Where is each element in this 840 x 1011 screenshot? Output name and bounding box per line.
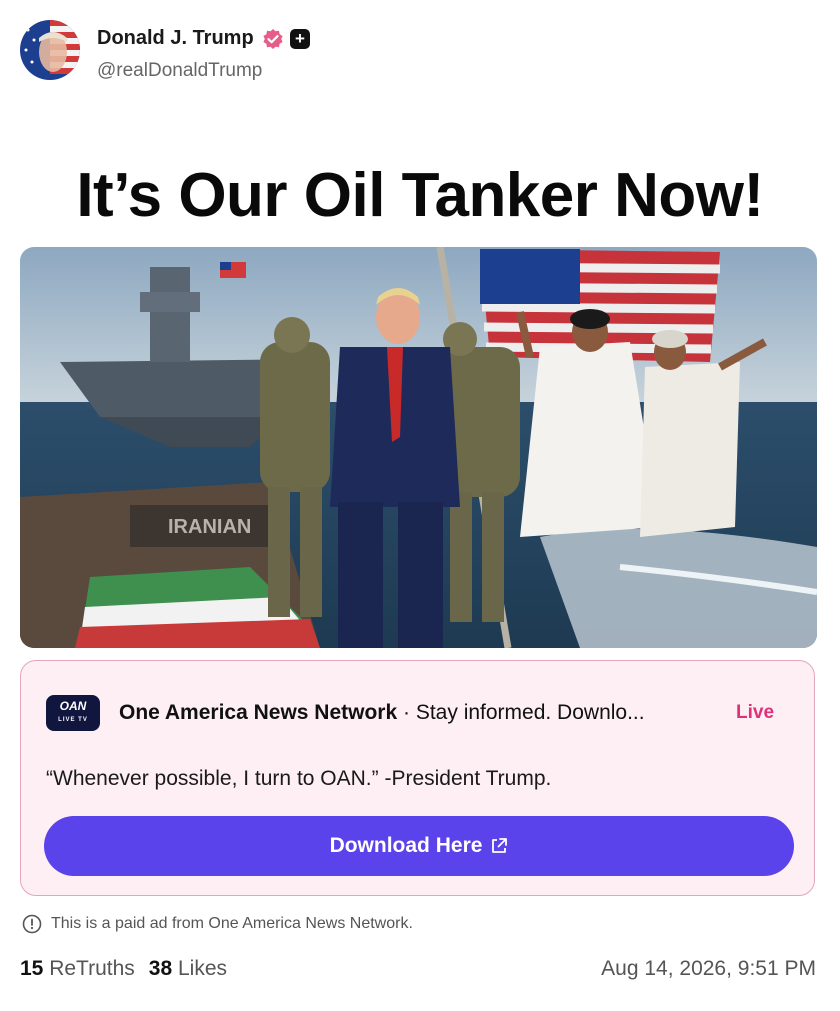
truth-post: Donald J. Trump + @realDonaldTrump It’s … <box>0 0 840 1011</box>
paid-ad-notice: This is a paid ad from One America News … <box>22 914 413 934</box>
plus-badge-icon: + <box>290 29 310 49</box>
download-button[interactable]: Download Here <box>44 816 794 876</box>
likes-stat[interactable]: 38 Likes <box>149 957 227 980</box>
photo-image: IRANIAN <box>20 247 817 648</box>
ad-card[interactable]: OAN LIVE TV One America News Network · S… <box>20 660 815 896</box>
likes-label: Likes <box>178 957 228 980</box>
author-handle[interactable]: @realDonaldTrump <box>97 60 262 82</box>
ad-advertiser: One America News Network <box>119 701 398 724</box>
oan-logo-subtext: LIVE TV <box>58 717 88 723</box>
image-text-iranian: IRANIAN <box>168 516 251 538</box>
ad-quote: “Whenever possible, I turn to OAN.” -Pre… <box>46 767 552 790</box>
retruths-stat[interactable]: 15 ReTruths <box>20 957 135 980</box>
post-image[interactable]: IRANIAN <box>20 247 817 648</box>
oan-logo-text: OAN <box>59 699 87 713</box>
avatar-image <box>20 20 80 80</box>
ad-title[interactable]: One America News Network · Stay informed… <box>119 701 645 725</box>
post-stats: 15 ReTruths 38 Likes <box>20 957 227 981</box>
author-name[interactable]: Donald J. Trump <box>97 27 254 50</box>
info-icon <box>22 914 42 934</box>
live-label: Live <box>736 702 775 723</box>
download-button-label: Download Here <box>329 834 483 857</box>
retruths-label: ReTruths <box>49 957 135 980</box>
likes-count: 38 <box>148 957 173 980</box>
retruths-count: 15 <box>20 957 44 980</box>
oan-logo: OAN LIVE TV <box>46 695 100 731</box>
post-timestamp[interactable]: Aug 14, 2026, 9:51 PM <box>601 957 816 981</box>
author-avatar[interactable] <box>20 20 80 80</box>
verified-badge-icon <box>263 29 283 49</box>
post-headline: It’s Our Oil Tanker Now! <box>76 161 764 230</box>
external-link-icon <box>492 838 508 853</box>
ad-tagline: · Stay informed. Downlo... <box>397 701 645 724</box>
paid-ad-text: This is a paid ad from One America News … <box>51 915 413 932</box>
